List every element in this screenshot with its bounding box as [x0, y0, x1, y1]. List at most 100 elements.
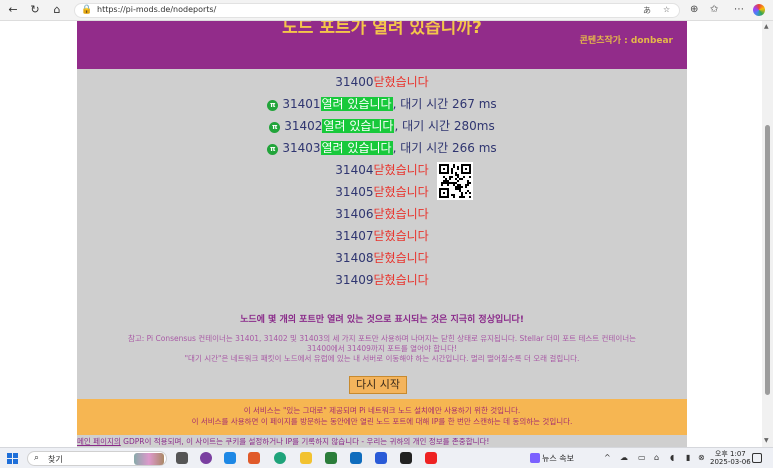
volume-icon[interactable]: ◖	[670, 453, 674, 462]
footer-line-1: 이 서비스는 "있는 그대로" 제공되며 Pi 네트워크 노드 설치에만 사용하…	[243, 406, 521, 415]
favorites-icon[interactable]: ✩	[710, 4, 718, 15]
port-status-closed: 닫혔습니다	[373, 185, 429, 199]
news-icon	[530, 453, 540, 463]
search-placeholder: 찾기	[48, 455, 63, 464]
normal-message: 노드에 몇 개의 포트만 열려 있는 것으로 표시되는 것은 지극히 정상입니다…	[240, 315, 524, 325]
port-row: π 31403열려 있습니다, 대기 시간 266 ms	[77, 140, 687, 156]
port-status-open: 열려 있습니다	[320, 141, 393, 155]
outlook-icon[interactable]	[350, 452, 362, 464]
note-text: 참고: Pi Consensus 컨테이너는 31401, 31402 및 31…	[97, 334, 667, 364]
clock-date: 2025-03-06	[710, 458, 751, 466]
address-bar[interactable]: 🔒 https://pi-mods.de/nodeports/ あ ☆	[74, 3, 680, 18]
lock-icon: 🔒	[81, 5, 93, 15]
refresh-icon[interactable]: ↻	[28, 3, 42, 17]
windows-start-icon[interactable]	[7, 453, 18, 464]
qr-code	[437, 162, 473, 200]
translate-icon[interactable]: あ	[643, 5, 651, 16]
gdpr-notice: 메인 페이지의 GDPR이 적용되며, 이 사이트는 쿠키를 설정하거나 IP를…	[77, 436, 489, 447]
taskbar: ⌕ 찾기 뉴스 속보 ^ ☁ ▭ ⌂ ◖ ▮ ⊗ 오후 1:07 2025-03…	[0, 447, 773, 468]
tray-chevron-icon[interactable]: ^	[604, 453, 611, 462]
app-icon-1[interactable]	[200, 452, 212, 464]
port-row: 31404닫혔습니다	[77, 162, 687, 178]
search-highlight-image	[134, 453, 164, 465]
search-icon: ⌕	[34, 453, 40, 463]
display-icon[interactable]: ▭	[638, 453, 646, 462]
app-icon-4[interactable]	[375, 452, 387, 464]
scroll-up-icon[interactable]: ▲	[764, 23, 769, 30]
port-number: 31401	[282, 97, 321, 111]
more-icon[interactable]: ⋯	[734, 4, 744, 15]
port-status-closed: 닫혔습니다	[373, 163, 429, 177]
browser-toolbar: ← ↻ ⌂ 🔒 https://pi-mods.de/nodeports/ あ …	[0, 0, 773, 21]
edge-icon[interactable]	[274, 452, 286, 464]
extensions-icon[interactable]: ⊕	[690, 4, 698, 15]
sync-icon[interactable]: ⊗	[698, 453, 705, 462]
retry-button[interactable]: 다시 시작	[349, 376, 407, 394]
port-row: 31407닫혔습니다	[77, 228, 687, 244]
tray-app-icon[interactable]: ☁	[620, 453, 628, 462]
clock[interactable]: 오후 1:07 2025-03-06	[710, 450, 751, 466]
port-row: 31408닫혔습니다	[77, 250, 687, 266]
port-status-closed: 닫혔습니다	[373, 207, 429, 221]
notification-icon[interactable]	[752, 453, 762, 463]
footer: 이 서비스는 "있는 그대로" 제공되며 Pi 네트워크 노드 설치에만 사용하…	[77, 399, 687, 435]
port-number: 31400	[335, 75, 374, 89]
port-row: π 31402열려 있습니다, 대기 시간 280ms	[77, 118, 687, 134]
port-number: 31405	[335, 185, 374, 199]
home-icon[interactable]: ⌂	[50, 3, 64, 17]
port-number: 31408	[335, 251, 374, 265]
scrollbar-thumb[interactable]	[765, 125, 770, 395]
port-status-closed: 닫혔습니다	[373, 229, 429, 243]
main-content: 노드 포트가 열려 있습니까? 콘텐츠작가 : donbear 31400닫혔습…	[77, 21, 687, 447]
app-icon-5[interactable]	[400, 452, 412, 464]
page-viewport: 노드 포트가 열려 있습니까? 콘텐츠작가 : donbear 31400닫혔습…	[0, 21, 773, 447]
task-view-icon[interactable]	[176, 452, 188, 464]
pi-icon: π	[267, 144, 279, 155]
youtube-icon[interactable]	[425, 452, 437, 464]
port-number: 31409	[335, 273, 374, 287]
port-number: 31407	[335, 229, 374, 243]
page-header: 노드 포트가 열려 있습니까? 콘텐츠작가 : donbear	[77, 21, 687, 69]
clock-time: 오후 1:07	[714, 450, 746, 458]
network-icon[interactable]: ⌂	[654, 453, 659, 462]
port-row: 31409닫혔습니다	[77, 272, 687, 288]
url-text: https://pi-mods.de/nodeports/	[97, 5, 217, 14]
creator-label: 콘텐츠작가 : donbear	[579, 36, 673, 46]
port-row: 31400닫혔습니다	[77, 74, 687, 90]
port-number: 31404	[335, 163, 374, 177]
copilot-icon[interactable]	[753, 4, 765, 16]
store-icon[interactable]	[325, 452, 337, 464]
port-row: π 31401열려 있습니다, 대기 시간 267 ms	[77, 96, 687, 112]
main-page-link[interactable]: 메인 페이지의	[77, 437, 121, 446]
note-line-3: "대기 시간"은 네트워크 패킷이 노드에서 유럽에 있는 내 서버로 이동해야…	[184, 354, 580, 363]
star-icon[interactable]: ☆	[663, 5, 670, 14]
app-icon-2[interactable]	[224, 452, 236, 464]
port-row: 31405닫혔습니다	[77, 184, 687, 200]
scroll-down-icon[interactable]: ▼	[764, 437, 769, 444]
port-status-closed: 닫혔습니다	[373, 273, 429, 287]
port-status-closed: 닫혔습니다	[373, 251, 429, 265]
port-number: 31403	[282, 141, 321, 155]
battery-icon[interactable]: ▮	[686, 453, 690, 462]
port-latency: , 대기 시간 266 ms	[392, 141, 497, 155]
pi-icon: π	[267, 100, 279, 111]
file-explorer-icon[interactable]	[300, 452, 312, 464]
port-number: 31406	[335, 207, 374, 221]
port-number: 31402	[284, 119, 323, 133]
port-latency: , 대기 시간 280ms	[394, 119, 495, 133]
note-line-2: 31400에서 31409까지 포트를 열어야 합니다!	[307, 344, 457, 353]
port-status-open: 열려 있습니다	[320, 97, 393, 111]
scrollbar[interactable]: ▲ ▼	[762, 21, 773, 447]
port-row: 31406닫혔습니다	[77, 206, 687, 222]
gdpr-text: GDPR이 적용되며, 이 사이트는 쿠키를 설정하거나 IP를 기록하지 않습…	[120, 437, 490, 446]
news-label[interactable]: 뉴스 속보	[542, 453, 574, 464]
back-icon[interactable]: ←	[6, 3, 20, 17]
port-status-closed: 닫혔습니다	[373, 75, 429, 89]
note-line-1: 참고: Pi Consensus 컨테이너는 31401, 31402 및 31…	[127, 334, 637, 343]
app-icon-3[interactable]	[248, 452, 260, 464]
footer-line-2: 이 서비스를 사용하면 이 페이지를 방문하는 동안에만 열린 노드 포트에 대…	[191, 417, 573, 426]
taskbar-search[interactable]: ⌕ 찾기	[27, 451, 167, 466]
port-latency: , 대기 시간 267 ms	[392, 97, 497, 111]
port-status-open: 열려 있습니다	[322, 119, 395, 133]
pi-icon: π	[269, 122, 281, 133]
